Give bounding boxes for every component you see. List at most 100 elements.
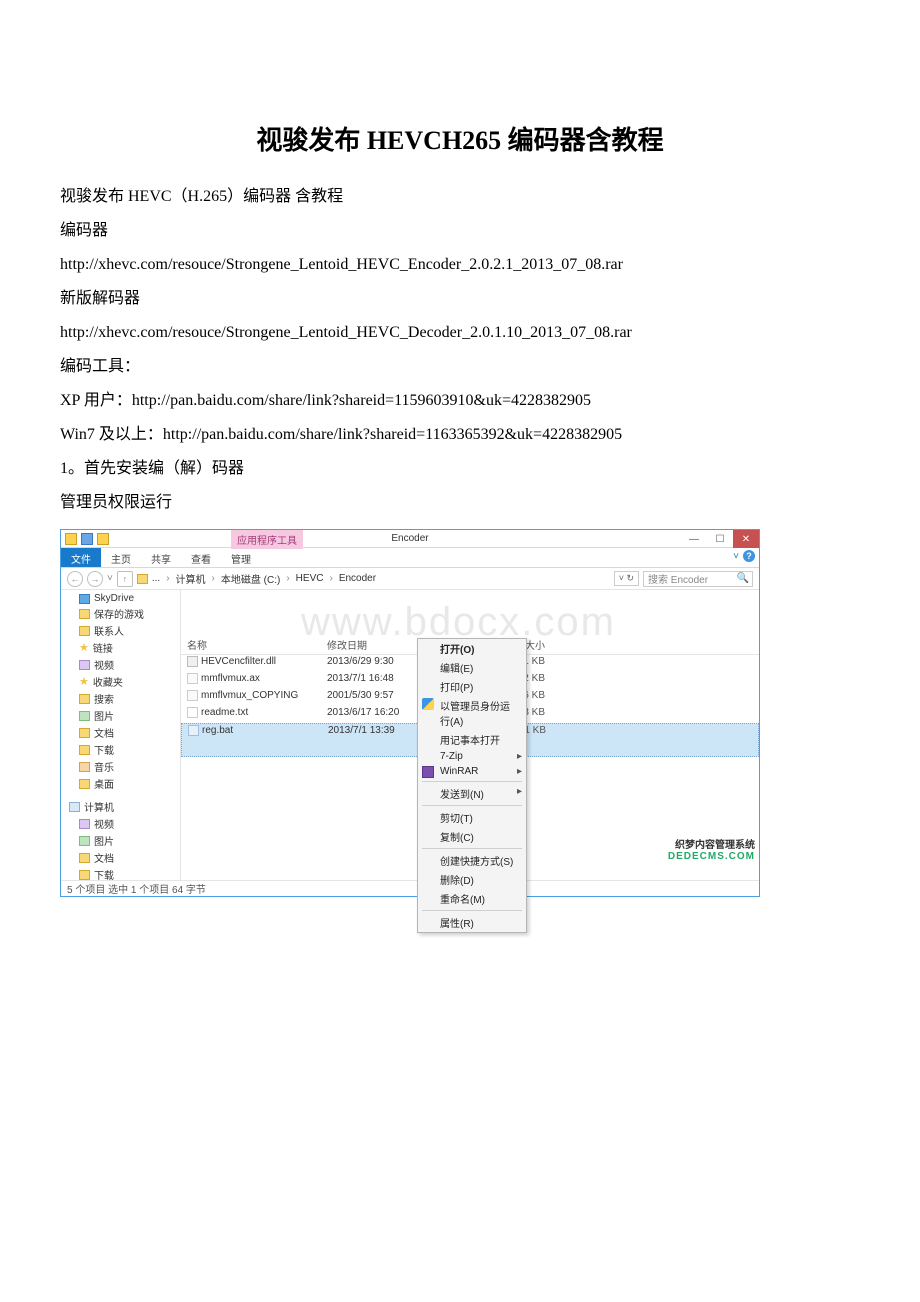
nav-item-label: 保存的游戏 [94, 606, 144, 621]
ctx-properties[interactable]: 属性(R) [418, 913, 526, 932]
breadcrumb-sep: › [327, 573, 334, 584]
tab-home[interactable]: 主页 [101, 548, 141, 567]
ctx-open-notepad[interactable]: 用记事本打开 [418, 730, 526, 749]
close-button[interactable]: ✕ [733, 530, 759, 548]
address-refresh[interactable]: ˅ ↻ [614, 571, 639, 586]
ctx-send-to[interactable]: 发送到(N)▸ [418, 784, 526, 803]
nav-item-label: 音乐 [94, 759, 114, 774]
nav-item[interactable]: 联系人 [61, 622, 180, 639]
ctx-separator [422, 805, 522, 806]
file-type-icon [187, 707, 198, 718]
search-placeholder: 搜索 Encoder [648, 571, 708, 586]
nav-item[interactable]: 下载 [61, 741, 180, 758]
nav-item[interactable]: 文档 [61, 724, 180, 741]
ico-sky-icon [79, 594, 90, 604]
nav-item[interactable]: ★收藏夹 [61, 673, 180, 690]
minimize-button[interactable]: — [681, 530, 707, 548]
ribbon-expand-caret[interactable]: ˅ [733, 551, 739, 562]
col-date[interactable]: 修改日期 [321, 635, 411, 654]
ctx-7zip-label: 7-Zip [440, 751, 463, 762]
nav-item[interactable]: SkyDrive [61, 592, 180, 605]
nav-item[interactable]: 音乐 [61, 758, 180, 775]
nav-item-label: 搜索 [94, 691, 114, 706]
breadcrumb-ellipsis[interactable]: ... [152, 573, 160, 584]
ctx-winrar-label: WinRAR [440, 766, 478, 777]
file-type-icon [188, 725, 199, 736]
ctx-cut[interactable]: 剪切(T) [418, 808, 526, 827]
ico-music-icon [79, 762, 90, 772]
ico-video-icon [79, 819, 90, 829]
ctx-separator [422, 781, 522, 782]
nav-item[interactable]: 视频 [61, 656, 180, 673]
ctx-create-shortcut[interactable]: 创建快捷方式(S) [418, 851, 526, 870]
nav-item[interactable]: 计算机 [61, 798, 180, 815]
context-menu: 打开(O) 编辑(E) 打印(P) 以管理员身份运行(A) 用记事本打开 7-Z… [417, 638, 527, 933]
nav-item[interactable]: 下载 [61, 866, 180, 880]
nav-item[interactable]: 图片 [61, 707, 180, 724]
para-win7-link: Win7 及以上：http://pan.baidu.com/share/link… [60, 419, 860, 451]
submenu-arrow-icon: ▸ [517, 766, 522, 777]
tab-file[interactable]: 文件 [61, 548, 101, 567]
breadcrumb-drive-c[interactable]: 本地磁盘 (C:) [221, 571, 280, 586]
search-input[interactable]: 搜索 Encoder 🔍 [643, 571, 753, 587]
breadcrumb-encoder[interactable]: Encoder [339, 573, 376, 584]
breadcrumb-hevc[interactable]: HEVC [296, 573, 324, 584]
winrar-icon [422, 766, 434, 778]
ctx-copy[interactable]: 复制(C) [418, 827, 526, 846]
para-decoder-url: http://xhevc.com/resouce/Strongene_Lento… [60, 317, 860, 349]
ctx-run-as-admin[interactable]: 以管理员身份运行(A) [418, 696, 526, 730]
shield-icon [422, 698, 434, 710]
qat-icon-folder[interactable] [65, 533, 77, 545]
file-date: 2013/6/17 16:20 [321, 706, 411, 723]
nav-up-button[interactable]: ↑ [117, 571, 133, 587]
ico-img-icon [79, 836, 90, 846]
nav-item-label: 收藏夹 [93, 674, 123, 689]
nav-item-label: 图片 [94, 833, 114, 848]
nav-item-label: 文档 [94, 725, 114, 740]
ctx-edit[interactable]: 编辑(E) [418, 658, 526, 677]
ctx-7zip[interactable]: 7-Zip ▸ [418, 749, 526, 764]
nav-item[interactable]: 搜索 [61, 690, 180, 707]
ico-folder-icon [79, 870, 90, 880]
submenu-arrow-icon: ▸ [517, 751, 522, 762]
tab-manage[interactable]: 管理 [221, 548, 261, 567]
ctx-rename[interactable]: 重命名(M) [418, 889, 526, 908]
breadcrumb-computer[interactable]: 计算机 [176, 571, 206, 586]
nav-item[interactable]: ★链接 [61, 639, 180, 656]
nav-item[interactable]: 保存的游戏 [61, 605, 180, 622]
nav-forward-button[interactable]: → [87, 571, 103, 587]
col-name[interactable]: 名称 [181, 635, 321, 654]
nav-item[interactable]: 桌面 [61, 775, 180, 792]
qat-icon-props[interactable] [81, 533, 93, 545]
ctx-print[interactable]: 打印(P) [418, 677, 526, 696]
nav-item-label: 文档 [94, 850, 114, 865]
document-body: 视骏发布 HEVC（H.265）编码器 含教程 编码器 http://xhevc… [60, 181, 860, 519]
para-step1: 1。首先安装编（解）码器 [60, 453, 860, 485]
para-xp-link: XP 用户：http://pan.baidu.com/share/link?sh… [60, 385, 860, 417]
nav-item[interactable]: 视频 [61, 815, 180, 832]
ctx-winrar[interactable]: WinRAR ▸ [418, 764, 526, 779]
nav-item-label: 图片 [94, 708, 114, 723]
ctx-separator [422, 910, 522, 911]
navigation-pane[interactable]: SkyDrive保存的游戏联系人★链接视频★收藏夹搜索图片文档下载音乐桌面计算机… [61, 590, 181, 880]
tab-share[interactable]: 共享 [141, 548, 181, 567]
nav-recent-caret[interactable]: ˅ [107, 573, 113, 584]
maximize-button[interactable]: ☐ [707, 530, 733, 548]
ico-folder-icon [79, 694, 90, 704]
breadcrumb-sep: › [164, 573, 171, 584]
nav-item-label: 下载 [94, 742, 114, 757]
ctx-open[interactable]: 打开(O) [418, 639, 526, 658]
ctx-delete[interactable]: 删除(D) [418, 870, 526, 889]
qat-icon-new[interactable] [97, 533, 109, 545]
contextual-tab-apptools[interactable]: 应用程序工具 [231, 530, 303, 549]
help-icon[interactable]: ? [743, 550, 755, 562]
nav-item[interactable]: 文档 [61, 849, 180, 866]
nav-back-button[interactable]: ← [67, 571, 83, 587]
ico-pc-icon [69, 802, 80, 812]
tab-view[interactable]: 查看 [181, 548, 221, 567]
nav-item[interactable]: 图片 [61, 832, 180, 849]
ico-folder-icon [79, 609, 90, 619]
search-icon: 🔍 [737, 573, 749, 584]
breadcrumb-root-icon [137, 574, 148, 584]
file-date: 2001/5/30 9:57 [321, 689, 411, 706]
